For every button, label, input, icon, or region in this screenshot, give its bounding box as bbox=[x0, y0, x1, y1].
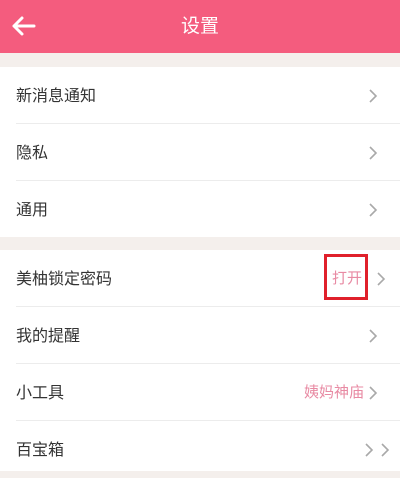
row-new-message-notification[interactable]: 新消息通知 bbox=[0, 67, 400, 124]
row-label: 隐私 bbox=[16, 143, 49, 162]
row-label: 通用 bbox=[16, 200, 49, 219]
row-my-reminders[interactable]: 我的提醒 bbox=[0, 307, 400, 364]
chevron-right-icon bbox=[369, 203, 378, 217]
chevron-right-icon bbox=[369, 386, 378, 400]
chevron-right-icon bbox=[369, 329, 378, 343]
settings-group-1: 新消息通知 隐私 通用 bbox=[0, 67, 400, 237]
row-label: 美柚锁定密码 bbox=[16, 269, 113, 288]
row-value: 姨妈神庙 bbox=[303, 383, 364, 401]
chevron-right-icon bbox=[369, 146, 378, 160]
chevron-right-icon bbox=[365, 443, 374, 457]
row-general[interactable]: 通用 bbox=[0, 181, 400, 238]
chevron-right-icon bbox=[381, 443, 390, 457]
row-label: 小工具 bbox=[16, 383, 65, 402]
row-label: 我的提醒 bbox=[16, 326, 81, 345]
chevron-right-icon bbox=[369, 89, 378, 103]
settings-group-2: 美柚锁定密码 打开 我的提醒 小工具 姨妈神庙 百宝箱 bbox=[0, 250, 400, 471]
page-title: 设置 bbox=[180, 15, 219, 37]
row-tools[interactable]: 小工具 姨妈神庙 bbox=[0, 364, 400, 421]
row-treasure-box[interactable]: 百宝箱 bbox=[0, 421, 400, 478]
top-bar: 设置 bbox=[0, 0, 400, 53]
row-label: 新消息通知 bbox=[16, 86, 97, 105]
row-privacy[interactable]: 隐私 bbox=[0, 124, 400, 181]
header-scallop-edge bbox=[0, 53, 400, 61]
chevron-right-icon bbox=[377, 272, 386, 286]
row-label: 百宝箱 bbox=[16, 440, 65, 459]
row-value: 打开 bbox=[331, 269, 362, 287]
row-lock-password[interactable]: 美柚锁定密码 打开 bbox=[0, 250, 400, 307]
